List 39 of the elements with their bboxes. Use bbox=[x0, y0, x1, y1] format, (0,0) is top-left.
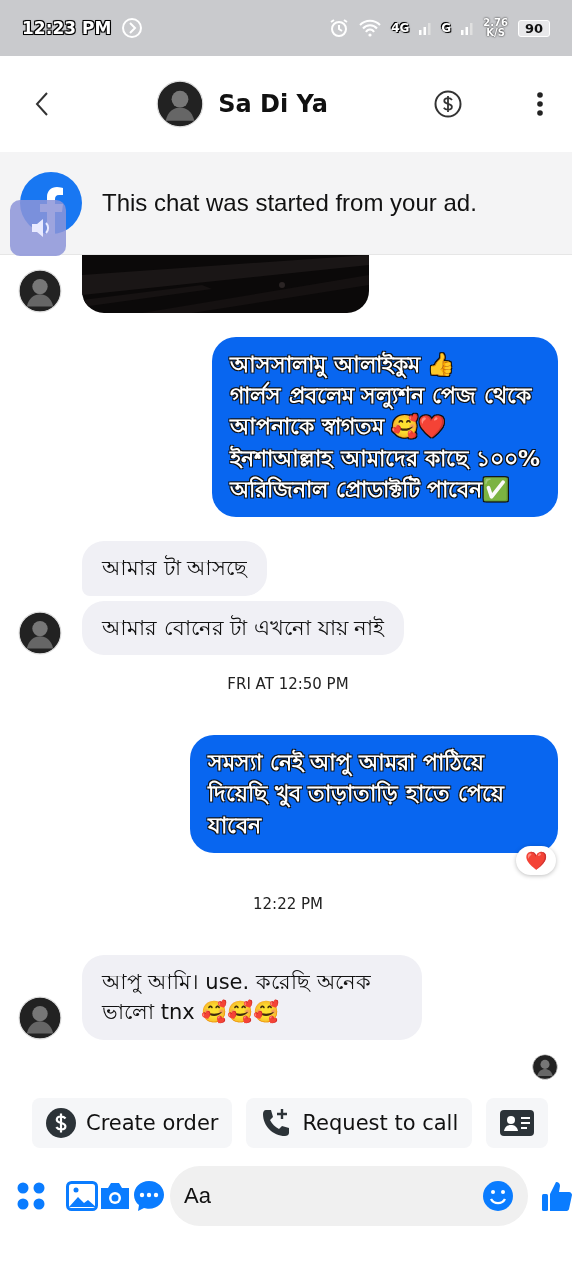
message-field[interactable]: Aa bbox=[170, 1165, 528, 1226]
network-label: G bbox=[441, 21, 452, 35]
quick-reply-chip[interactable]: Request to call bbox=[246, 1097, 473, 1148]
avatar bbox=[156, 80, 205, 128]
clock: 12:23 PM bbox=[22, 18, 112, 38]
avatar bbox=[532, 1053, 558, 1080]
back-icon[interactable] bbox=[34, 91, 50, 117]
signal-icon bbox=[461, 21, 474, 35]
apps-icon[interactable] bbox=[16, 1180, 46, 1211]
battery-level: 90 bbox=[517, 19, 550, 37]
avatar bbox=[18, 995, 62, 1040]
emoji-icon[interactable] bbox=[482, 1179, 514, 1212]
message-bubble: আসসালামু আলাইকুম 👍 গার্লস প্রবলেম সল্যুশন পেজ থেকে আপনাকে স্বাগতম 🥰❤ ইনশাআল্লাহ আমাদের কাছে ১০০% অরিজিনাল প্রোডাক্টটি পাবেন✅ bbox=[211, 337, 558, 518]
avatar bbox=[18, 269, 62, 313]
wifi-icon bbox=[359, 19, 382, 37]
chat-bubble-icon[interactable] bbox=[132, 1178, 166, 1213]
avatar bbox=[18, 611, 62, 656]
more-icon[interactable] bbox=[536, 91, 544, 117]
contact-name[interactable]: Sa Di Ya bbox=[218, 90, 328, 118]
quick-reply-chip[interactable] bbox=[486, 1097, 549, 1148]
play-circle-icon bbox=[121, 17, 144, 39]
reaction[interactable]: ❤ bbox=[516, 845, 556, 875]
alarm-icon bbox=[329, 18, 350, 38]
dollar-icon bbox=[46, 1107, 76, 1138]
network-label: 4G bbox=[391, 21, 410, 35]
floating-speaker-icon[interactable] bbox=[10, 200, 66, 256]
camera-icon[interactable] bbox=[98, 1180, 132, 1211]
signal-icon bbox=[419, 21, 432, 35]
timestamp: FRI AT 12:50 PM bbox=[227, 675, 349, 694]
timestamp: 12:22 PM bbox=[253, 894, 323, 913]
banner-text: This chat was started from your ad. bbox=[102, 189, 477, 217]
message-bubble: আপু আমি। use. করেছি অনেক ভালো tnx 🥰🥰🥰 bbox=[82, 954, 422, 1040]
message-bubble: আমার টা আসছে bbox=[82, 541, 268, 596]
network-speed: 2.76 K/S bbox=[483, 18, 508, 38]
quick-reply-chip[interactable]: Create order bbox=[32, 1097, 233, 1148]
contact-card-icon bbox=[500, 1109, 535, 1136]
image-icon[interactable] bbox=[66, 1180, 98, 1211]
message-bubble: আমার বোনের টা এখনো যায় নাই bbox=[82, 600, 405, 656]
dollar-icon[interactable] bbox=[434, 90, 462, 118]
